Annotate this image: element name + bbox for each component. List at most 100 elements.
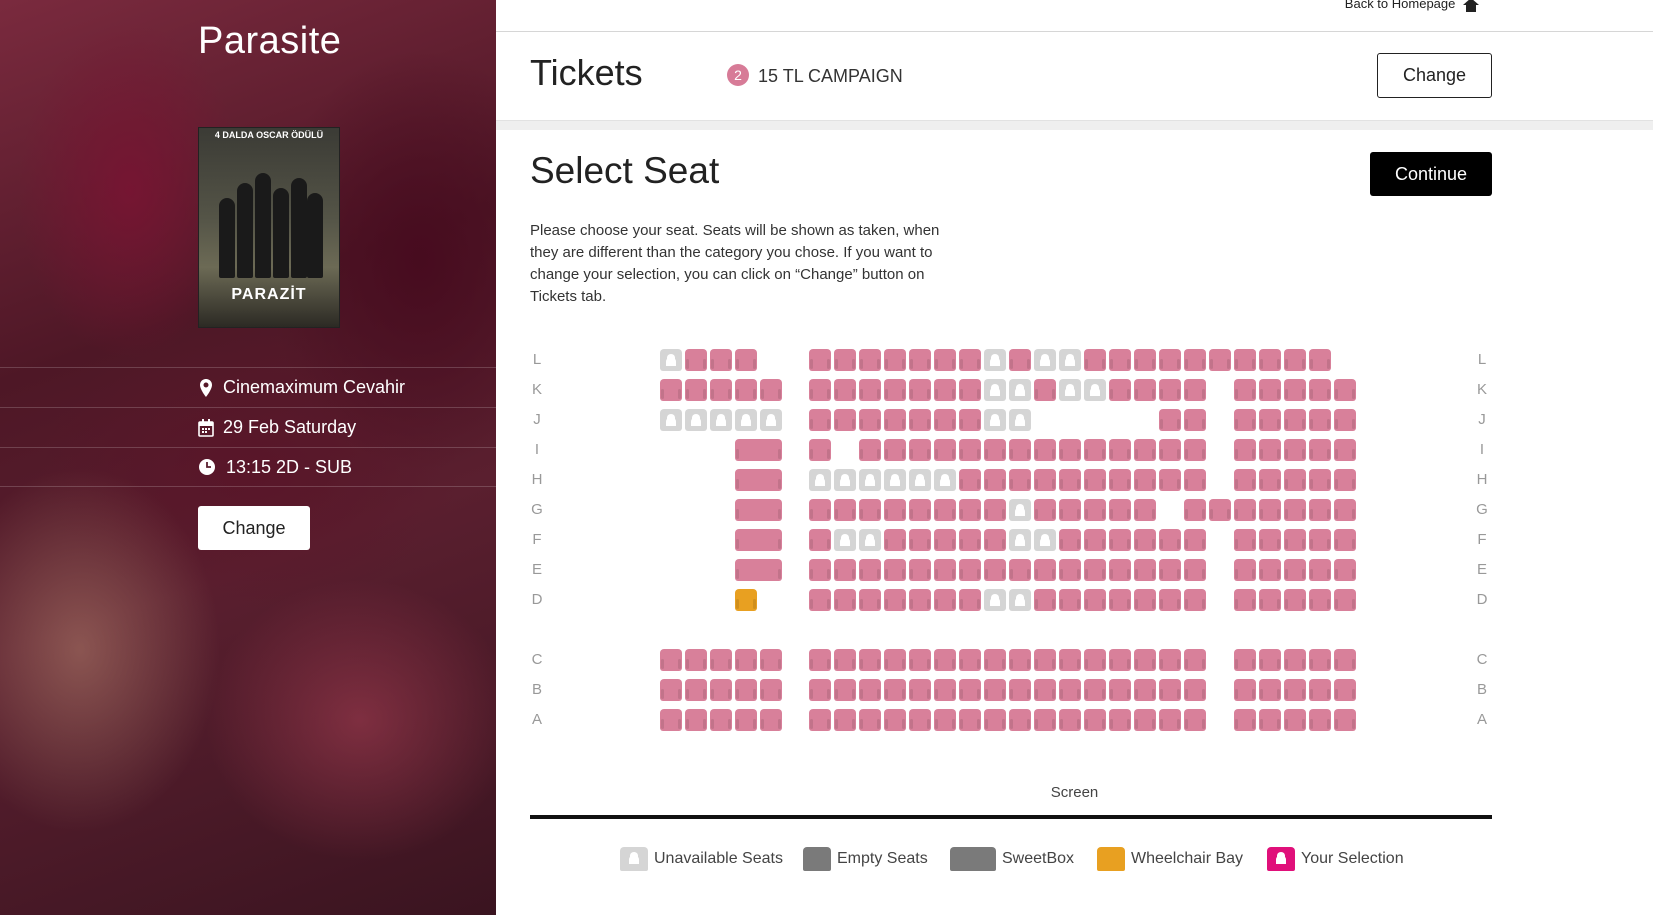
seat[interactable] [1159,679,1181,701]
seat[interactable] [735,709,757,731]
seat[interactable] [1234,409,1256,431]
seat[interactable] [1109,679,1131,701]
sweetbox-seat[interactable] [735,439,782,461]
seat[interactable] [1234,529,1256,551]
seat[interactable] [1034,499,1056,521]
seat[interactable] [1059,679,1081,701]
seat[interactable] [884,529,906,551]
seat[interactable] [984,499,1006,521]
seat[interactable] [984,559,1006,581]
seat[interactable] [1284,559,1306,581]
seat[interactable] [1059,709,1081,731]
seat[interactable] [1334,409,1356,431]
seat[interactable] [934,349,956,371]
seat[interactable] [1184,589,1206,611]
seat[interactable] [1109,589,1131,611]
seat[interactable] [959,649,981,671]
seat[interactable] [1134,589,1156,611]
sweetbox-seat[interactable] [735,559,782,581]
seat[interactable] [809,529,831,551]
seat[interactable] [809,679,831,701]
seat[interactable] [1334,499,1356,521]
seat[interactable] [934,499,956,521]
seat[interactable] [1309,349,1331,371]
seat[interactable] [1309,529,1331,551]
seat[interactable] [685,349,707,371]
seat[interactable] [1209,499,1231,521]
seat[interactable] [1159,349,1181,371]
seat[interactable] [1309,709,1331,731]
seat[interactable] [660,679,682,701]
seat[interactable] [1009,349,1031,371]
seat[interactable] [834,679,856,701]
seat[interactable] [1009,559,1031,581]
seat[interactable] [1259,649,1281,671]
seat[interactable] [809,709,831,731]
seat[interactable] [959,439,981,461]
seat[interactable] [1084,679,1106,701]
seat[interactable] [685,679,707,701]
seat[interactable] [1259,409,1281,431]
seat[interactable] [1059,589,1081,611]
seat[interactable] [1259,469,1281,491]
seat[interactable] [859,439,881,461]
seat[interactable] [1284,379,1306,401]
seat[interactable] [984,529,1006,551]
seat[interactable] [1134,499,1156,521]
seat[interactable] [1009,679,1031,701]
seat[interactable] [1084,499,1106,521]
seat[interactable] [1159,649,1181,671]
seat[interactable] [959,379,981,401]
seat[interactable] [1084,469,1106,491]
seat[interactable] [984,649,1006,671]
seat[interactable] [1284,589,1306,611]
seat[interactable] [1034,439,1056,461]
seat[interactable] [1109,499,1131,521]
seat[interactable] [934,649,956,671]
seat[interactable] [1259,709,1281,731]
seat[interactable] [1084,559,1106,581]
seat[interactable] [1134,439,1156,461]
seat[interactable] [1334,709,1356,731]
seat[interactable] [1159,709,1181,731]
seat[interactable] [884,709,906,731]
seat[interactable] [1109,379,1131,401]
seat[interactable] [959,679,981,701]
seat[interactable] [1234,469,1256,491]
seat[interactable] [1284,349,1306,371]
seat[interactable] [1109,439,1131,461]
seat[interactable] [1259,499,1281,521]
seat[interactable] [1184,409,1206,431]
seat[interactable] [735,379,757,401]
seat[interactable] [660,379,682,401]
seat[interactable] [760,709,782,731]
seat[interactable] [959,559,981,581]
seat[interactable] [1234,679,1256,701]
seat[interactable] [1184,559,1206,581]
seat[interactable] [1234,439,1256,461]
seat[interactable] [1059,439,1081,461]
seat[interactable] [1309,649,1331,671]
seat[interactable] [1234,379,1256,401]
seat[interactable] [859,679,881,701]
seat[interactable] [1109,649,1131,671]
seat[interactable] [1334,469,1356,491]
seat[interactable] [1034,559,1056,581]
seat[interactable] [1084,349,1106,371]
seat[interactable] [1184,469,1206,491]
seat[interactable] [959,469,981,491]
sweetbox-seat[interactable] [735,529,782,551]
seat[interactable] [1109,349,1131,371]
seat[interactable] [1009,469,1031,491]
seat[interactable] [1134,529,1156,551]
seat[interactable] [934,559,956,581]
seat[interactable] [1284,649,1306,671]
seat[interactable] [1184,709,1206,731]
seat[interactable] [959,709,981,731]
seat[interactable] [1009,709,1031,731]
seat[interactable] [909,409,931,431]
seat[interactable] [1234,649,1256,671]
seat[interactable] [1084,439,1106,461]
seat[interactable] [710,379,732,401]
change-tickets-button[interactable]: Change [1377,53,1492,98]
